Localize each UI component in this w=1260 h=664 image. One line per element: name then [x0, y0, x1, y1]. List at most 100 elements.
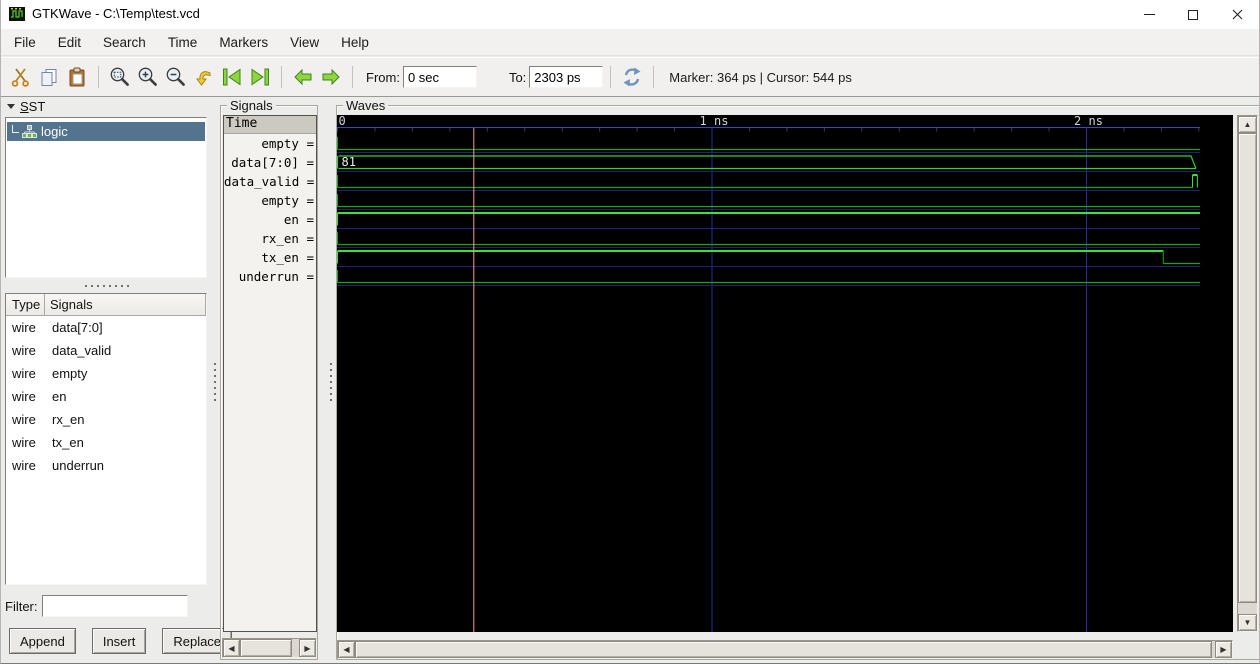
scrollbar-track[interactable]	[1238, 603, 1257, 614]
scroll-down-button[interactable]: ▼	[1238, 614, 1257, 631]
column-header-type[interactable]: Type	[6, 294, 45, 316]
signal-name[interactable]: data[7:0] =	[224, 153, 316, 172]
maximize-icon	[1188, 9, 1198, 20]
arrow-left-icon	[294, 68, 312, 86]
signal-name[interactable]: en =	[224, 210, 316, 229]
toolbar-separator	[281, 66, 282, 88]
cut-button[interactable]	[7, 62, 35, 92]
scroll-right-button[interactable]: ▶	[1215, 641, 1232, 658]
tree-branch-line	[12, 124, 19, 133]
zoom-fit-button[interactable]	[106, 62, 134, 92]
menu-time[interactable]: Time	[157, 31, 209, 54]
svg-text:2 ns: 2 ns	[1074, 115, 1103, 128]
paste-icon	[69, 67, 85, 87]
signal-name[interactable]: tx_en =	[224, 248, 316, 267]
wave-row-tx_en	[337, 250, 1200, 265]
cut-icon	[11, 68, 29, 87]
signal-name[interactable]: empty =	[224, 134, 316, 153]
paste-button[interactable]	[63, 62, 91, 92]
scroll-left-button[interactable]: ◀	[338, 641, 355, 658]
menu-help[interactable]: Help	[330, 31, 380, 54]
to-label: To:	[508, 69, 527, 85]
signal-browser-table: Type Signals wire data[7:0] wire data_vali…	[5, 293, 207, 585]
minimize-icon	[1143, 14, 1155, 15]
toolbar: From: To: Marker: 364 ps | Cursor: 544 p…	[1, 57, 1259, 97]
maximize-button[interactable]	[1171, 0, 1215, 29]
signal-name[interactable]: empty =	[224, 191, 316, 210]
filter-label: Filter:	[5, 598, 38, 614]
table-row[interactable]: wire data_valid	[6, 339, 206, 362]
timeline-ruler: 0 1 ns 2 ns	[337, 115, 1200, 132]
goto-start-button[interactable]	[218, 62, 246, 92]
sst-tree[interactable]: logic	[5, 117, 207, 278]
from-input[interactable]	[402, 66, 477, 88]
scrollbar-thumb[interactable]	[355, 641, 1212, 658]
hierarchy-icon	[22, 125, 37, 138]
app-icon	[9, 7, 25, 21]
signals-name-pane[interactable]: Time empty = data[7:0] = data_valid = em…	[223, 115, 317, 632]
tree-node-logic[interactable]: logic	[7, 122, 205, 141]
zoom-undo-button[interactable]	[190, 62, 218, 92]
tree-node-label: logic	[41, 124, 68, 139]
menu-edit[interactable]: Edit	[47, 31, 92, 54]
menu-file[interactable]: File	[3, 31, 47, 54]
signal-name[interactable]: data_valid =	[224, 172, 316, 191]
table-row[interactable]: wire en	[6, 385, 206, 408]
time-column-header: Time	[224, 116, 316, 134]
signals-frame-label: Signals	[227, 98, 276, 113]
append-button[interactable]: Append	[9, 628, 76, 654]
marker-cursor-status: Marker: 364 ps | Cursor: 544 ps	[669, 69, 852, 85]
signals-h-scrollbar[interactable]: ◀ ▶	[222, 638, 317, 658]
goto-end-button[interactable]	[246, 62, 274, 92]
table-row[interactable]: wire empty	[6, 362, 206, 385]
table-row[interactable]: wire underrun	[6, 454, 206, 477]
zoom-undo-icon	[196, 71, 211, 86]
to-input[interactable]	[529, 66, 604, 88]
menu-search[interactable]: Search	[92, 31, 157, 54]
menu-bar: File Edit Search Time Markers View Help	[1, 29, 1259, 56]
waveform-plot: 0 1 ns 2 ns 81	[337, 115, 1200, 632]
signal-name[interactable]: rx_en =	[224, 229, 316, 248]
wave-row-data[7:0]: 81	[337, 155, 1197, 170]
pane-resize-handle[interactable]	[326, 360, 333, 402]
scrollbar-thumb[interactable]	[240, 639, 292, 657]
sst-expander[interactable]: SST	[7, 99, 45, 114]
column-header-signals[interactable]: Signals	[45, 294, 206, 316]
scrollbar-thumb[interactable]	[1238, 133, 1257, 603]
row-separators	[337, 152, 1200, 286]
wave-canvas[interactable]: 0 1 ns 2 ns 81	[337, 115, 1233, 632]
menu-markers[interactable]: Markers	[208, 31, 279, 54]
prev-edge-button[interactable]	[289, 62, 317, 92]
waves-v-scrollbar[interactable]: ▲ ▼	[1237, 115, 1258, 632]
zoom-in-icon	[138, 67, 157, 86]
waves-frame-label: Waves	[343, 98, 389, 113]
zoom-out-icon	[166, 67, 185, 86]
from-label: From:	[366, 69, 400, 85]
filter-input[interactable]	[41, 595, 188, 617]
scroll-right-button[interactable]: ▶	[299, 639, 316, 657]
waves-h-scrollbar[interactable]: ◀ ▶	[337, 640, 1233, 659]
pane-resize-handle[interactable]	[210, 360, 217, 402]
signal-name[interactable]: underrun =	[224, 267, 316, 286]
zoom-in-button[interactable]	[134, 62, 162, 92]
table-row[interactable]: wire data[7:0]	[6, 316, 206, 339]
reload-button[interactable]	[618, 62, 646, 92]
pane-resize-handle[interactable]	[81, 281, 129, 288]
svg-text:1 ns: 1 ns	[700, 115, 729, 128]
scrollbar-track[interactable]	[292, 639, 299, 657]
close-button[interactable]	[1215, 0, 1259, 29]
copy-icon	[41, 69, 57, 86]
zoom-out-button[interactable]	[162, 62, 190, 92]
menu-view[interactable]: View	[279, 31, 330, 54]
toolbar-separator	[653, 66, 655, 88]
insert-button[interactable]: Insert	[91, 628, 147, 654]
minimize-button[interactable]	[1127, 0, 1171, 29]
title-bar[interactable]: GTKWave - C:\Temp\test.vcd	[1, 0, 1259, 29]
scroll-left-button[interactable]: ◀	[223, 639, 240, 657]
copy-button[interactable]	[35, 62, 63, 92]
chevron-down-icon	[7, 104, 15, 109]
table-row[interactable]: wire rx_en	[6, 408, 206, 431]
scroll-up-button[interactable]: ▲	[1238, 116, 1257, 133]
table-row[interactable]: wire tx_en	[6, 431, 206, 454]
next-edge-button[interactable]	[317, 62, 345, 92]
